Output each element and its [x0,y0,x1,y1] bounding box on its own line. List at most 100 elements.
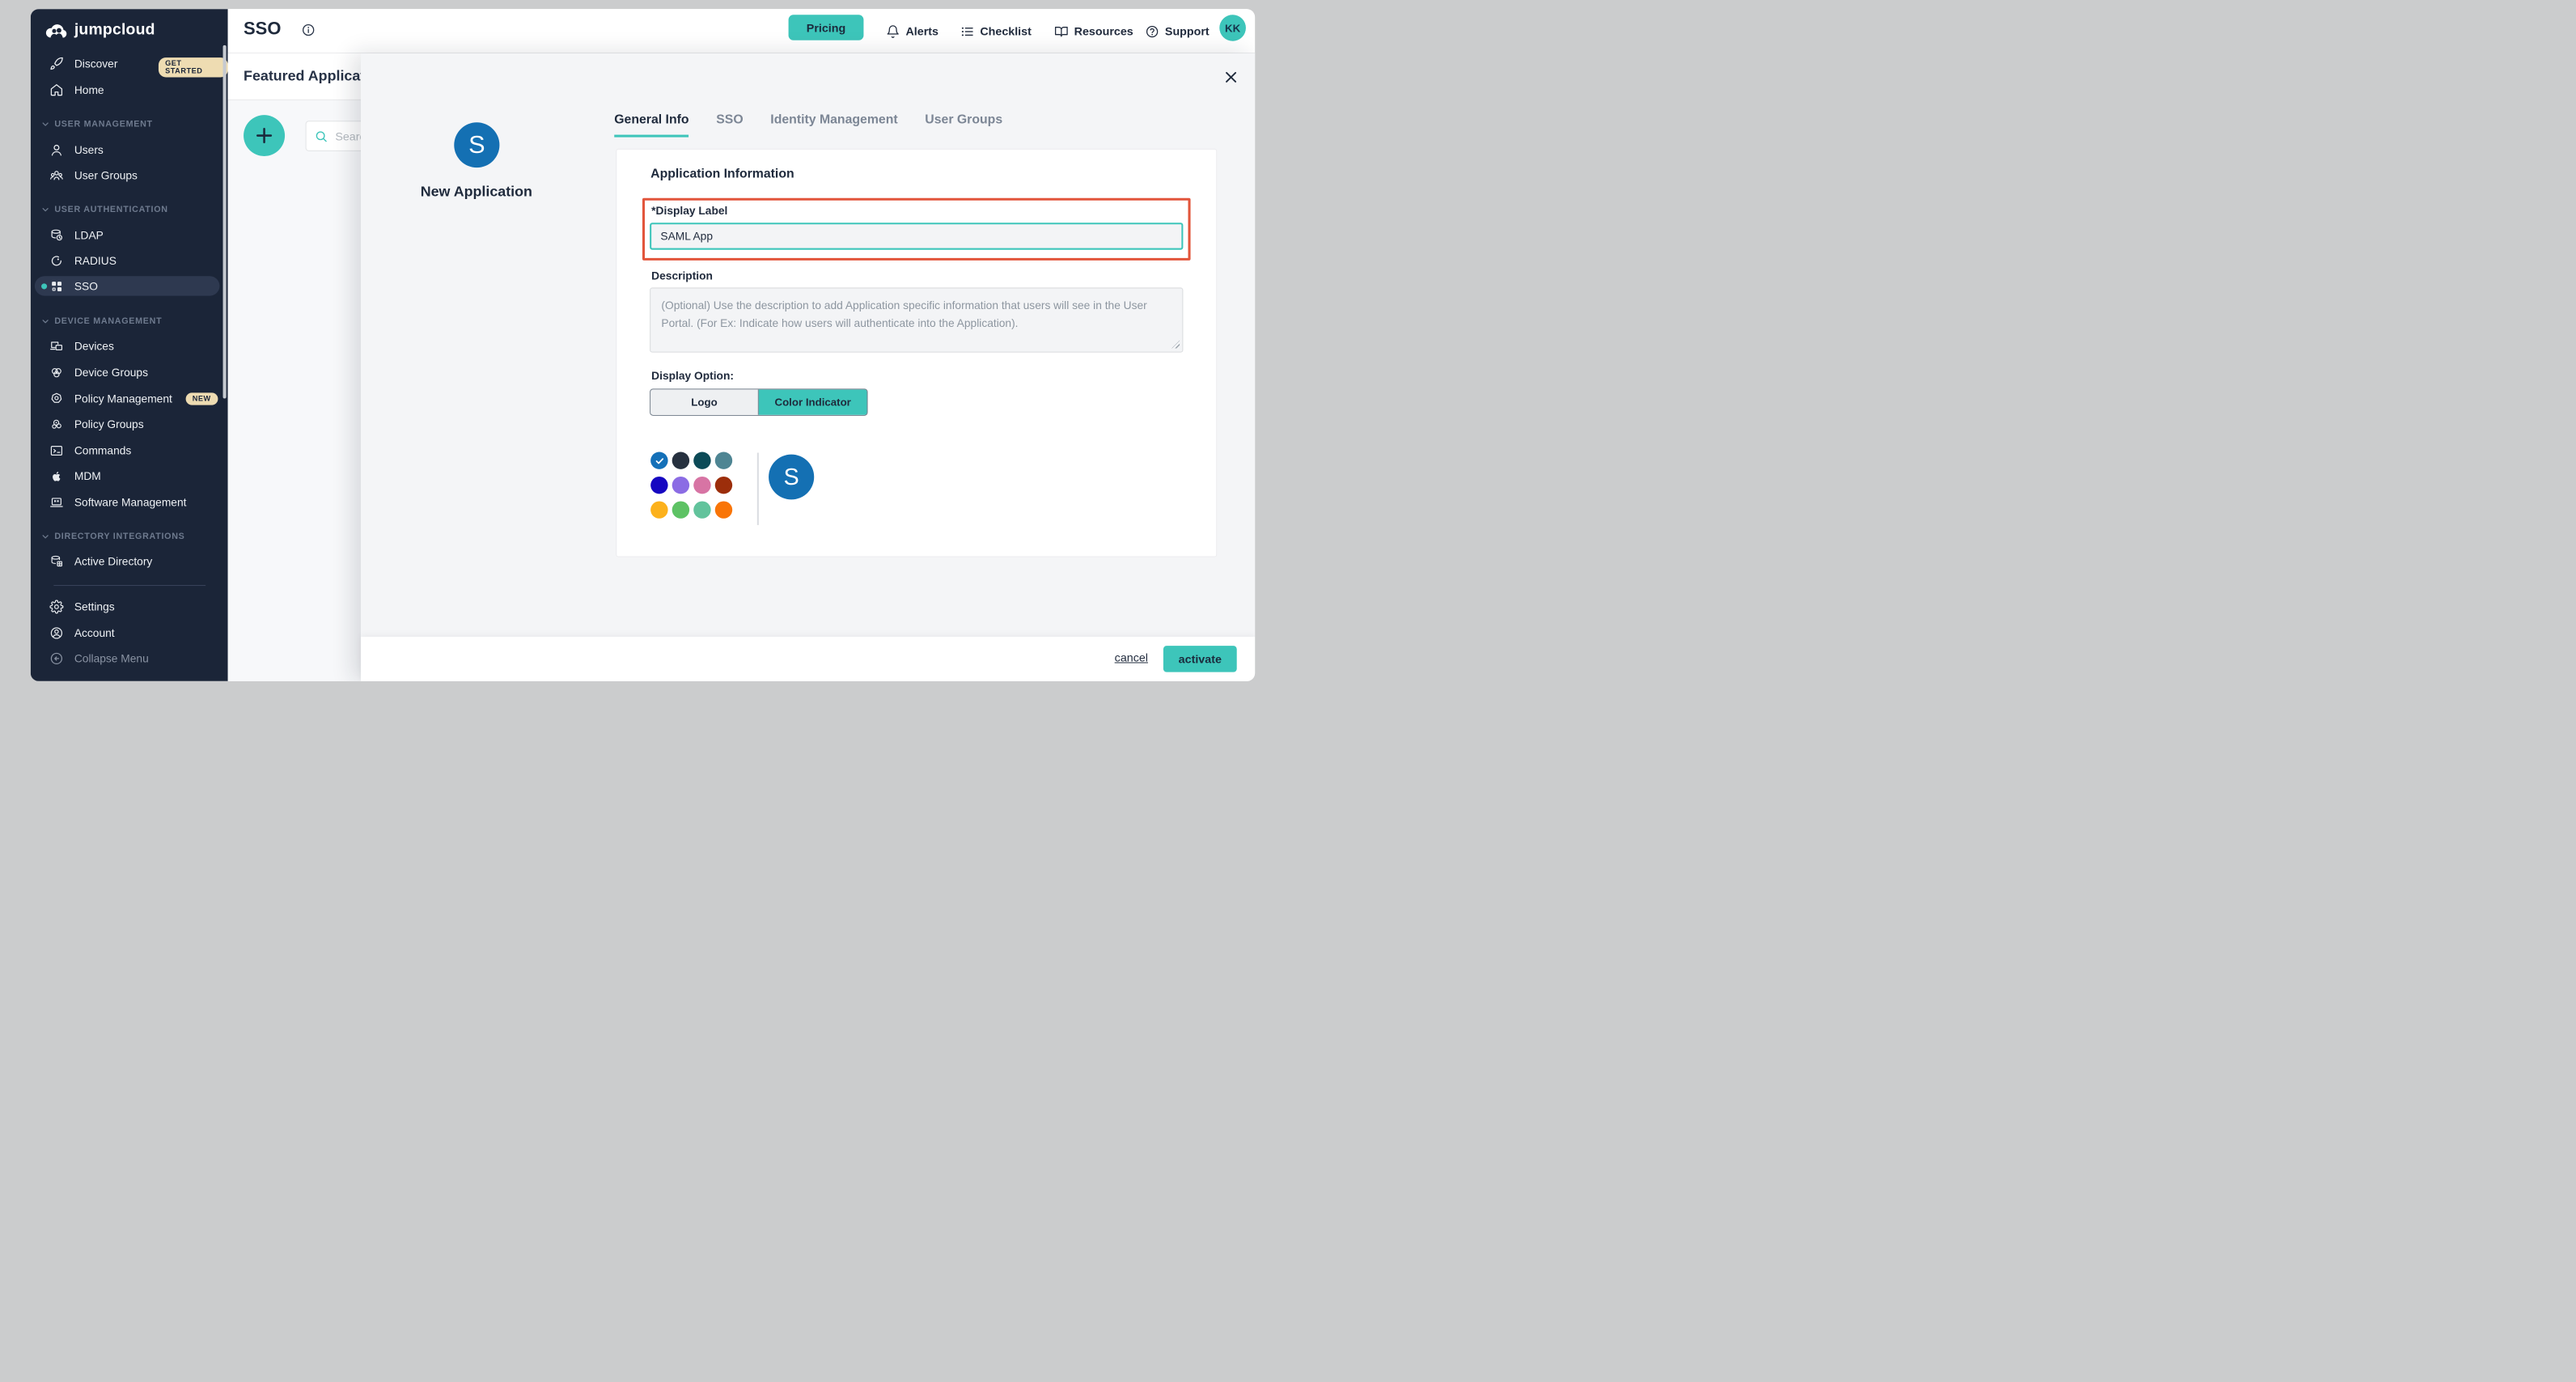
sidebar-item-label: Active Directory [74,555,152,567]
sidebar-item-users[interactable]: Users [31,141,228,159]
close-icon[interactable] [1222,69,1239,85]
color-swatch[interactable] [672,452,689,469]
people-icon [49,168,63,182]
sidebar-item-policy-management[interactable]: Policy Management NEW [31,389,228,408]
rocket-icon [49,57,63,70]
sidebar-item-label: Policy Management [74,392,172,405]
section-directory-integrations[interactable]: DIRECTORY INTEGRATIONS [31,530,228,542]
add-application-button[interactable] [244,115,285,156]
tab-general-info[interactable]: General Info [614,112,688,137]
venn-diagram-icon [49,366,63,379]
modal-tabs: General Info SSO Identity Management Use… [614,112,1002,137]
tab-identity-management[interactable]: Identity Management [770,112,897,137]
sidebar-item-label: User Groups [74,169,138,181]
application-avatar: S [454,122,499,167]
color-swatch[interactable] [715,477,732,494]
check-icon [655,456,664,465]
user-icon [49,143,63,157]
sidebar-item-commands[interactable]: Commands [31,441,228,460]
sidebar-item-label: MDM [74,470,101,482]
color-swatch[interactable] [650,501,667,518]
sidebar-item-radius[interactable]: RADIUS [31,252,228,270]
color-indicator-preview: S [769,455,814,500]
sidebar-item-label: Users [74,144,104,156]
sidebar-item-user-groups[interactable]: User Groups [31,166,228,184]
section-device-management[interactable]: DEVICE MANAGEMENT [31,315,228,327]
sidebar-item-home[interactable]: Home [31,81,228,100]
sidebar: jumpcloud Discover GET STARTED Home USER… [31,9,228,681]
sidebar-item-mdm[interactable]: MDM [31,467,228,485]
jumpcloud-cloud-icon [44,18,70,42]
gear-icon [49,600,63,613]
display-option-label: Display Option: [651,370,734,382]
color-swatch-selected[interactable] [650,452,667,469]
section-title: DEVICE MANAGEMENT [54,316,162,325]
sidebar-item-label: Home [74,84,104,96]
user-avatar[interactable]: KK [1219,15,1246,40]
radar-icon [49,254,63,268]
collapse-arrow-icon [49,651,63,665]
get-started-badge: GET STARTED [159,57,228,77]
logo-text: jumpcloud [74,21,155,39]
color-swatch[interactable] [715,501,732,518]
tab-sso[interactable]: SSO [716,112,743,137]
sidebar-item-policy-groups[interactable]: Policy Groups [31,415,228,434]
account-circle-icon [49,626,63,640]
chevron-down-icon [41,532,49,541]
sidebar-item-active-directory[interactable]: Active Directory [31,552,228,570]
sidebar-item-label: Devices [74,340,114,352]
cancel-link[interactable]: cancel [1115,651,1148,663]
checklist-icon [960,24,974,38]
sidebar-item-software-management[interactable]: Software Management [31,493,228,511]
chevron-down-icon [41,316,49,324]
modal-footer: cancel activate [361,637,1255,681]
checklist-label: Checklist [980,24,1032,37]
toggle-option-logo[interactable]: Logo [650,389,759,414]
laptop-apps-icon [49,495,63,509]
sidebar-item-device-groups[interactable]: Device Groups [31,363,228,382]
sidebar-item-label: Software Management [74,496,187,508]
sidebar-scrollbar[interactable] [223,45,227,399]
section-title: USER AUTHENTICATION [54,204,167,214]
resources-button[interactable]: Resources [1054,9,1133,53]
color-swatch[interactable] [672,477,689,494]
display-option-toggle: Logo Color Indicator [650,388,867,416]
section-user-authentication[interactable]: USER AUTHENTICATION [31,203,228,215]
card-heading: Application Information [650,167,794,181]
sidebar-item-devices[interactable]: Devices [31,337,228,355]
modal-title: New Application [373,183,579,200]
page-title: SSO [244,19,281,39]
sidebar-item-discover[interactable]: Discover GET STARTED [31,54,228,73]
top-header: SSO Pricing Alerts Checklist Resources S… [228,9,1256,53]
chevron-down-icon [41,120,49,128]
chevron-down-icon [41,205,49,213]
sidebar-item-settings[interactable]: Settings [31,597,228,616]
display-label-input[interactable] [650,223,1183,250]
app-window: jumpcloud Discover GET STARTED Home USER… [31,9,1255,681]
description-textarea[interactable] [650,287,1183,352]
support-button[interactable]: Support [1145,9,1209,53]
info-icon[interactable] [301,23,315,36]
sidebar-item-ldap[interactable]: LDAP [31,226,228,244]
checklist-button[interactable]: Checklist [960,9,1032,53]
apple-icon [49,469,63,483]
color-swatch[interactable] [693,501,710,518]
color-swatch[interactable] [693,477,710,494]
color-swatch[interactable] [693,452,710,469]
section-title: DIRECTORY INTEGRATIONS [54,532,184,541]
sidebar-item-account[interactable]: Account [31,624,228,642]
alerts-button[interactable]: Alerts [886,9,938,53]
sidebar-item-sso[interactable]: SSO [31,277,228,295]
toggle-option-color-indicator[interactable]: Color Indicator [759,389,867,414]
color-swatch[interactable] [650,477,667,494]
color-swatch[interactable] [672,501,689,518]
jumpcloud-logo[interactable]: jumpcloud [44,18,155,42]
color-swatch[interactable] [715,452,732,469]
alerts-label: Alerts [905,24,938,37]
activate-button[interactable]: activate [1163,646,1237,672]
pricing-button[interactable]: Pricing [789,15,864,40]
section-user-management[interactable]: USER MANAGEMENT [31,117,228,129]
tab-user-groups[interactable]: User Groups [925,112,1002,137]
sidebar-item-collapse-menu[interactable]: Collapse Menu [31,649,228,668]
app-grid-icon [49,279,63,293]
